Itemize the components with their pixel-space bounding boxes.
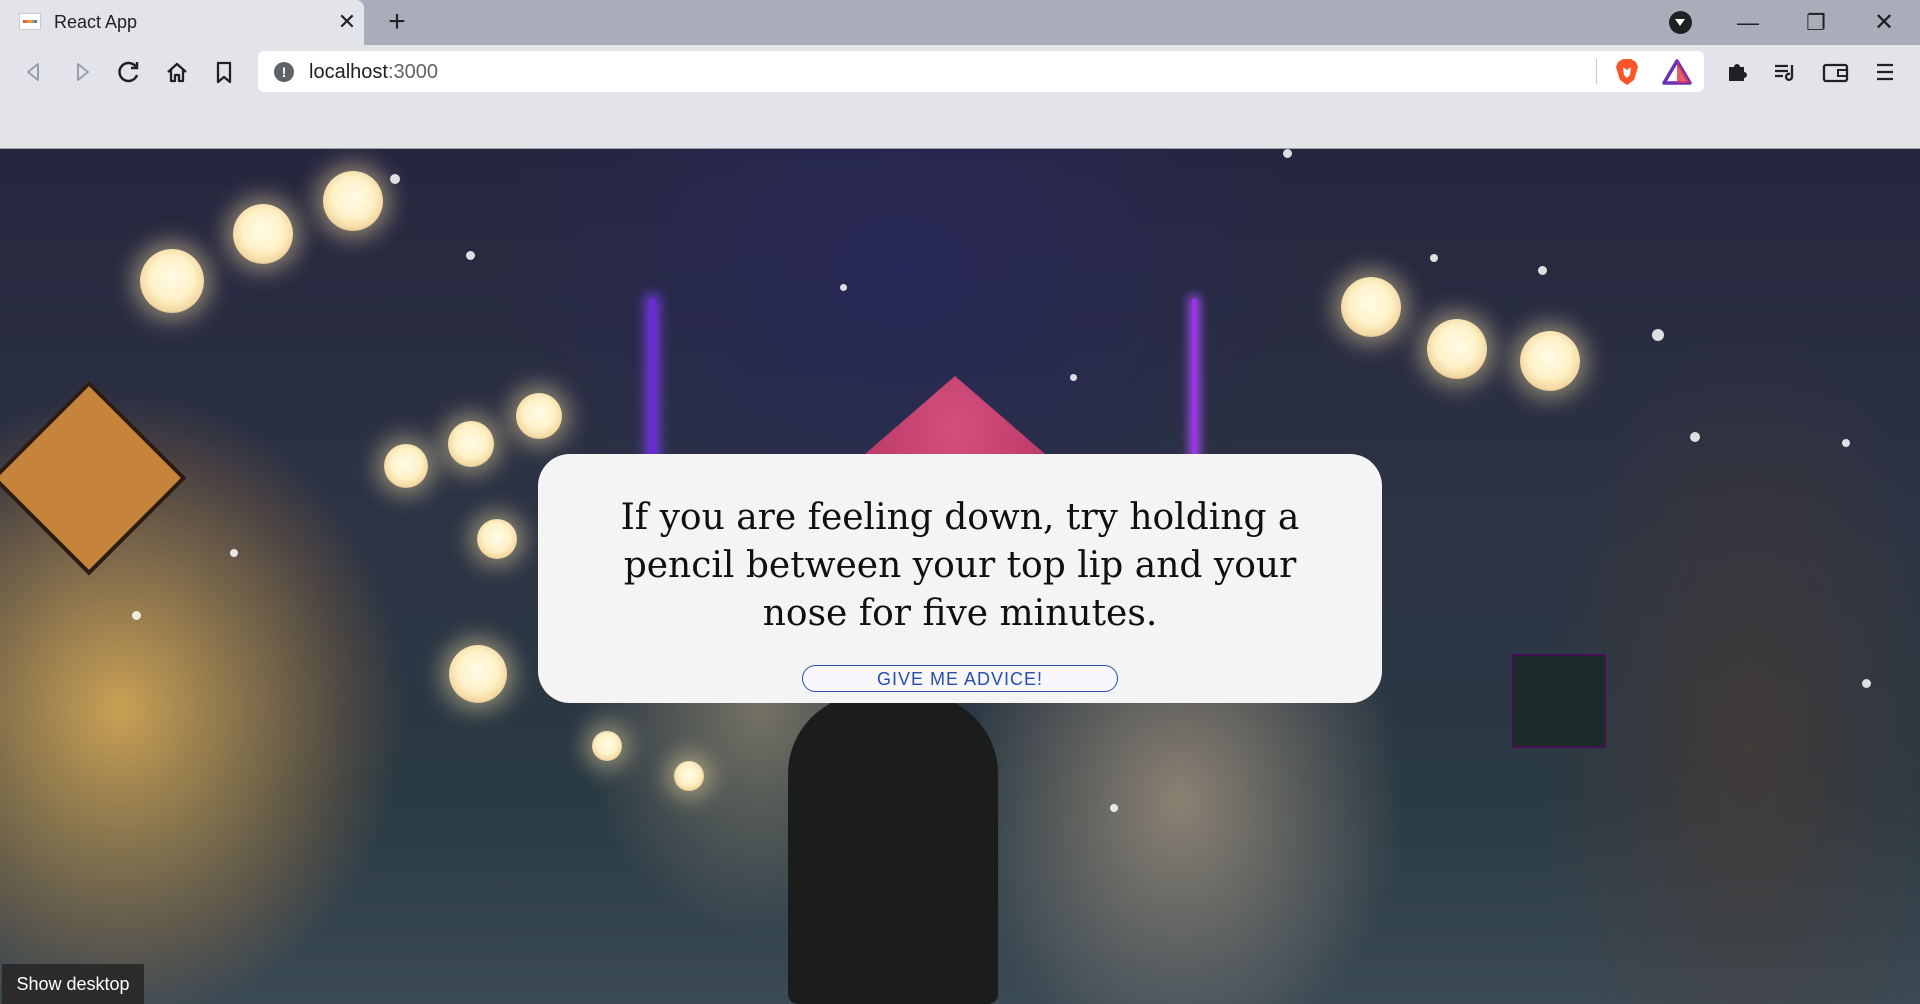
street-lamp (1427, 319, 1487, 379)
street-lamp (448, 421, 494, 467)
snowflake (1283, 149, 1292, 158)
presse-sign (0, 380, 187, 576)
url-port: :3000 (387, 61, 438, 83)
street-lamp (592, 731, 622, 761)
snowflake (1652, 329, 1664, 341)
address-bar-divider (1596, 59, 1597, 84)
snowflake (1690, 432, 1700, 442)
snowflake (466, 251, 475, 260)
give-me-advice-button[interactable]: GIVE ME ADVICE! (802, 665, 1118, 692)
snowflake (390, 174, 400, 184)
street-lamp (323, 171, 383, 231)
url-text[interactable]: localhost:3000 (309, 61, 438, 84)
street-lamp (1520, 331, 1580, 391)
browser-toolbar: ! localhost:3000 (0, 45, 1920, 99)
snowflake (1862, 679, 1871, 688)
page-background: If you are feeling down, try holding a p… (0, 149, 1920, 1004)
snowflake (1538, 266, 1547, 275)
shop-sign (1512, 654, 1606, 748)
menu-icon[interactable] (1868, 55, 1902, 89)
address-bar[interactable]: ! localhost:3000 (258, 51, 1704, 92)
person-silhouette (788, 694, 998, 1004)
street-lamp (1341, 277, 1401, 337)
snowflake (1842, 439, 1850, 447)
tab-title: React App (54, 12, 138, 32)
street-lamp (384, 444, 428, 488)
show-desktop-button[interactable]: Show desktop (2, 964, 144, 1004)
street-lamp (516, 393, 562, 439)
street-lamp (449, 645, 507, 703)
tab-strip: React App ✕ + — ❐ ✕ (0, 0, 1920, 45)
advice-card: If you are feeling down, try holding a p… (538, 454, 1382, 703)
forward-icon[interactable] (65, 55, 99, 89)
snowflake (230, 549, 238, 557)
wallet-icon[interactable] (1818, 55, 1852, 89)
reload-icon[interactable] (112, 55, 146, 89)
street-lamp (233, 204, 293, 264)
minimize-button[interactable]: — (1717, 0, 1779, 45)
home-icon[interactable] (160, 55, 194, 89)
restore-button[interactable]: ❐ (1785, 0, 1847, 45)
street-lamp (477, 519, 517, 559)
bookmarks-bar (0, 99, 1920, 149)
url-host: localhost (309, 61, 388, 83)
close-window-button[interactable]: ✕ (1853, 0, 1915, 45)
snowflake (1110, 804, 1118, 812)
snowflake (132, 611, 141, 620)
site-info-icon[interactable]: ! (274, 62, 294, 82)
react-app-favicon-icon (19, 13, 41, 30)
tab-react-app[interactable]: React App ✕ (0, 0, 364, 45)
extensions-icon[interactable] (1720, 55, 1754, 89)
brave-rewards-icon[interactable] (1662, 59, 1692, 85)
brave-shields-icon[interactable] (1614, 58, 1640, 86)
advice-text: If you are feeling down, try holding a p… (620, 497, 1300, 634)
snowflake (1430, 254, 1438, 262)
close-tab-icon[interactable]: ✕ (334, 9, 360, 35)
street-lamp (140, 249, 204, 313)
snowflake (1070, 374, 1077, 381)
street-lamp (674, 761, 704, 791)
bookmark-icon[interactable] (207, 55, 241, 89)
back-icon[interactable] (17, 55, 51, 89)
snowflake (840, 284, 847, 291)
new-tab-button[interactable]: + (381, 6, 413, 38)
tab-search-icon[interactable] (1669, 11, 1692, 34)
playlist-icon[interactable] (1768, 55, 1802, 89)
